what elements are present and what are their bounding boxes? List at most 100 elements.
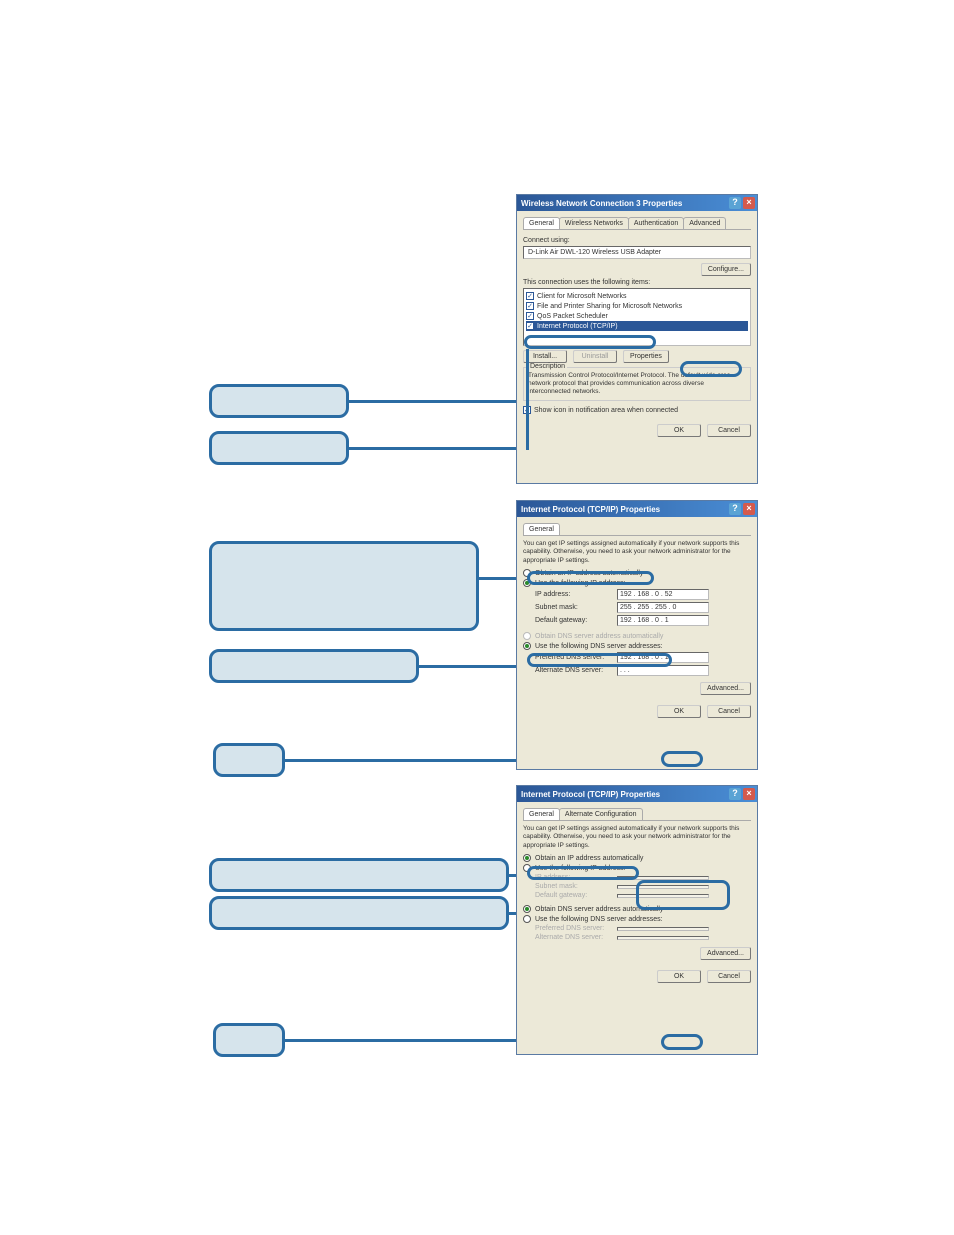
- titlebar: Internet Protocol (TCP/IP) Properties ? …: [517, 786, 757, 802]
- checkbox-icon[interactable]: ✓: [526, 302, 534, 310]
- radio-obtain-dns[interactable]: Obtain DNS server address automatically: [523, 632, 751, 640]
- ok-button[interactable]: OK: [657, 424, 701, 437]
- ip-address-label: IP address:: [535, 591, 617, 598]
- alternate-dns-label: Alternate DNS server:: [535, 667, 617, 674]
- alternate-dns-field: [617, 936, 709, 940]
- tabs: General: [523, 523, 751, 536]
- subnet-mask-field[interactable]: 255 . 255 . 255 . 0: [617, 602, 709, 613]
- dialog-tcpip-properties-static: Internet Protocol (TCP/IP) Properties ? …: [516, 500, 758, 770]
- tab-authentication[interactable]: Authentication: [628, 217, 684, 229]
- uninstall-button[interactable]: Uninstall: [573, 350, 617, 363]
- tab-general[interactable]: General: [523, 808, 560, 820]
- titlebar: Internet Protocol (TCP/IP) Properties ? …: [517, 501, 757, 517]
- help-icon[interactable]: ?: [729, 197, 741, 209]
- tabs: General Alternate Configuration: [523, 808, 751, 821]
- radio-icon[interactable]: [523, 854, 531, 862]
- list-item[interactable]: ✓ Client for Microsoft Networks: [526, 291, 748, 301]
- alternate-dns-label: Alternate DNS server:: [535, 934, 617, 941]
- properties-button[interactable]: Properties: [623, 350, 669, 363]
- preferred-dns-label: Preferred DNS server:: [535, 925, 617, 932]
- help-icon[interactable]: ?: [729, 503, 741, 515]
- highlight-ok-btn-3: [661, 1034, 703, 1050]
- connector-line: [419, 665, 528, 668]
- tabs: General Wireless Networks Authentication…: [523, 217, 751, 230]
- tab-wireless-networks[interactable]: Wireless Networks: [559, 217, 629, 229]
- radio-use-dns[interactable]: Use the following DNS server addresses:: [523, 915, 751, 923]
- description-legend: Description: [528, 363, 567, 370]
- checkbox-icon[interactable]: ✓: [526, 312, 534, 320]
- default-gateway-label: Default gateway:: [535, 617, 617, 624]
- list-item[interactable]: ✓ QoS Packet Scheduler: [526, 311, 748, 321]
- tab-advanced[interactable]: Advanced: [683, 217, 726, 229]
- show-icon-label: Show icon in notification area when conn…: [534, 407, 678, 414]
- dialog-tcpip-properties-auto: Internet Protocol (TCP/IP) Properties ? …: [516, 785, 758, 1055]
- items-label: This connection uses the following items…: [523, 279, 751, 286]
- advanced-button[interactable]: Advanced...: [700, 682, 751, 695]
- close-icon[interactable]: ×: [743, 197, 755, 209]
- callout-3: [209, 541, 479, 631]
- ip-address-field[interactable]: 192 . 168 . 0 . 52: [617, 589, 709, 600]
- list-item-label: QoS Packet Scheduler: [537, 313, 608, 320]
- radio-label: Use the following DNS server addresses:: [535, 916, 663, 923]
- callout-5: [213, 743, 285, 777]
- radio-label: Obtain an IP address automatically: [535, 855, 643, 862]
- preferred-dns-field: [617, 927, 709, 931]
- show-icon-checkbox-row[interactable]: ✓ Show icon in notification area when co…: [523, 406, 751, 414]
- connector-line-vert: [526, 349, 529, 403]
- tab-alternate-config[interactable]: Alternate Configuration: [559, 808, 643, 820]
- highlight-ok-btn-2: [661, 751, 703, 767]
- install-button[interactable]: Install...: [523, 350, 567, 363]
- close-icon[interactable]: ×: [743, 788, 755, 800]
- default-gateway-label: Default gateway:: [535, 892, 617, 899]
- subnet-mask-label: Subnet mask:: [535, 883, 617, 890]
- radio-icon[interactable]: [523, 905, 531, 913]
- ok-button[interactable]: OK: [657, 970, 701, 983]
- radio-icon[interactable]: [523, 642, 531, 650]
- list-item-label: Client for Microsoft Networks: [537, 293, 626, 300]
- instruction-text: You can get IP settings assigned automat…: [523, 540, 751, 565]
- configure-button[interactable]: Configure...: [701, 263, 751, 276]
- close-icon[interactable]: ×: [743, 503, 755, 515]
- callout-7: [209, 896, 509, 930]
- highlight-properties-btn: [680, 361, 742, 377]
- radio-icon[interactable]: [523, 915, 531, 923]
- callout-6: [209, 858, 509, 892]
- window-title: Wireless Network Connection 3 Properties: [521, 199, 682, 208]
- window-title: Internet Protocol (TCP/IP) Properties: [521, 505, 660, 514]
- radio-use-dns[interactable]: Use the following DNS server addresses:: [523, 642, 751, 650]
- connector-line: [349, 400, 528, 403]
- list-item-label: File and Printer Sharing for Microsoft N…: [537, 303, 682, 310]
- highlight-obtain-ip: [527, 571, 654, 585]
- adapter-field: D-Link Air DWL-120 Wireless USB Adapter: [523, 246, 751, 259]
- highlight-ip-fields: [636, 880, 730, 910]
- radio-icon: [523, 632, 531, 640]
- checkbox-icon[interactable]: ✓: [526, 292, 534, 300]
- radio-label: Use the following DNS server addresses:: [535, 643, 663, 650]
- highlight-tcpip-item: [524, 335, 656, 349]
- help-icon[interactable]: ?: [729, 788, 741, 800]
- connector-line: [349, 447, 528, 450]
- window-title: Internet Protocol (TCP/IP) Properties: [521, 790, 660, 799]
- connector-line-vert: [526, 400, 529, 450]
- callout-1: [209, 384, 349, 418]
- tab-general[interactable]: General: [523, 217, 560, 229]
- checkbox-icon[interactable]: ✓: [526, 322, 534, 330]
- list-item-label: Internet Protocol (TCP/IP): [537, 323, 618, 330]
- callout-2: [209, 431, 349, 465]
- default-gateway-field[interactable]: 192 . 168 . 0 . 1: [617, 615, 709, 626]
- radio-label: Obtain DNS server address automatically: [535, 633, 663, 640]
- cancel-button[interactable]: Cancel: [707, 705, 751, 718]
- ok-button[interactable]: OK: [657, 705, 701, 718]
- radio-obtain-ip[interactable]: Obtain an IP address automatically: [523, 854, 751, 862]
- cancel-button[interactable]: Cancel: [707, 970, 751, 983]
- list-item[interactable]: ✓ File and Printer Sharing for Microsoft…: [526, 301, 748, 311]
- instruction-text: You can get IP settings assigned automat…: [523, 825, 751, 850]
- subnet-mask-label: Subnet mask:: [535, 604, 617, 611]
- highlight-use-ip: [527, 866, 639, 880]
- list-item-tcpip[interactable]: ✓ Internet Protocol (TCP/IP): [526, 321, 748, 331]
- cancel-button[interactable]: Cancel: [707, 424, 751, 437]
- titlebar: Wireless Network Connection 3 Properties…: [517, 195, 757, 211]
- advanced-button[interactable]: Advanced...: [700, 947, 751, 960]
- callout-4: [209, 649, 419, 683]
- tab-general[interactable]: General: [523, 523, 560, 535]
